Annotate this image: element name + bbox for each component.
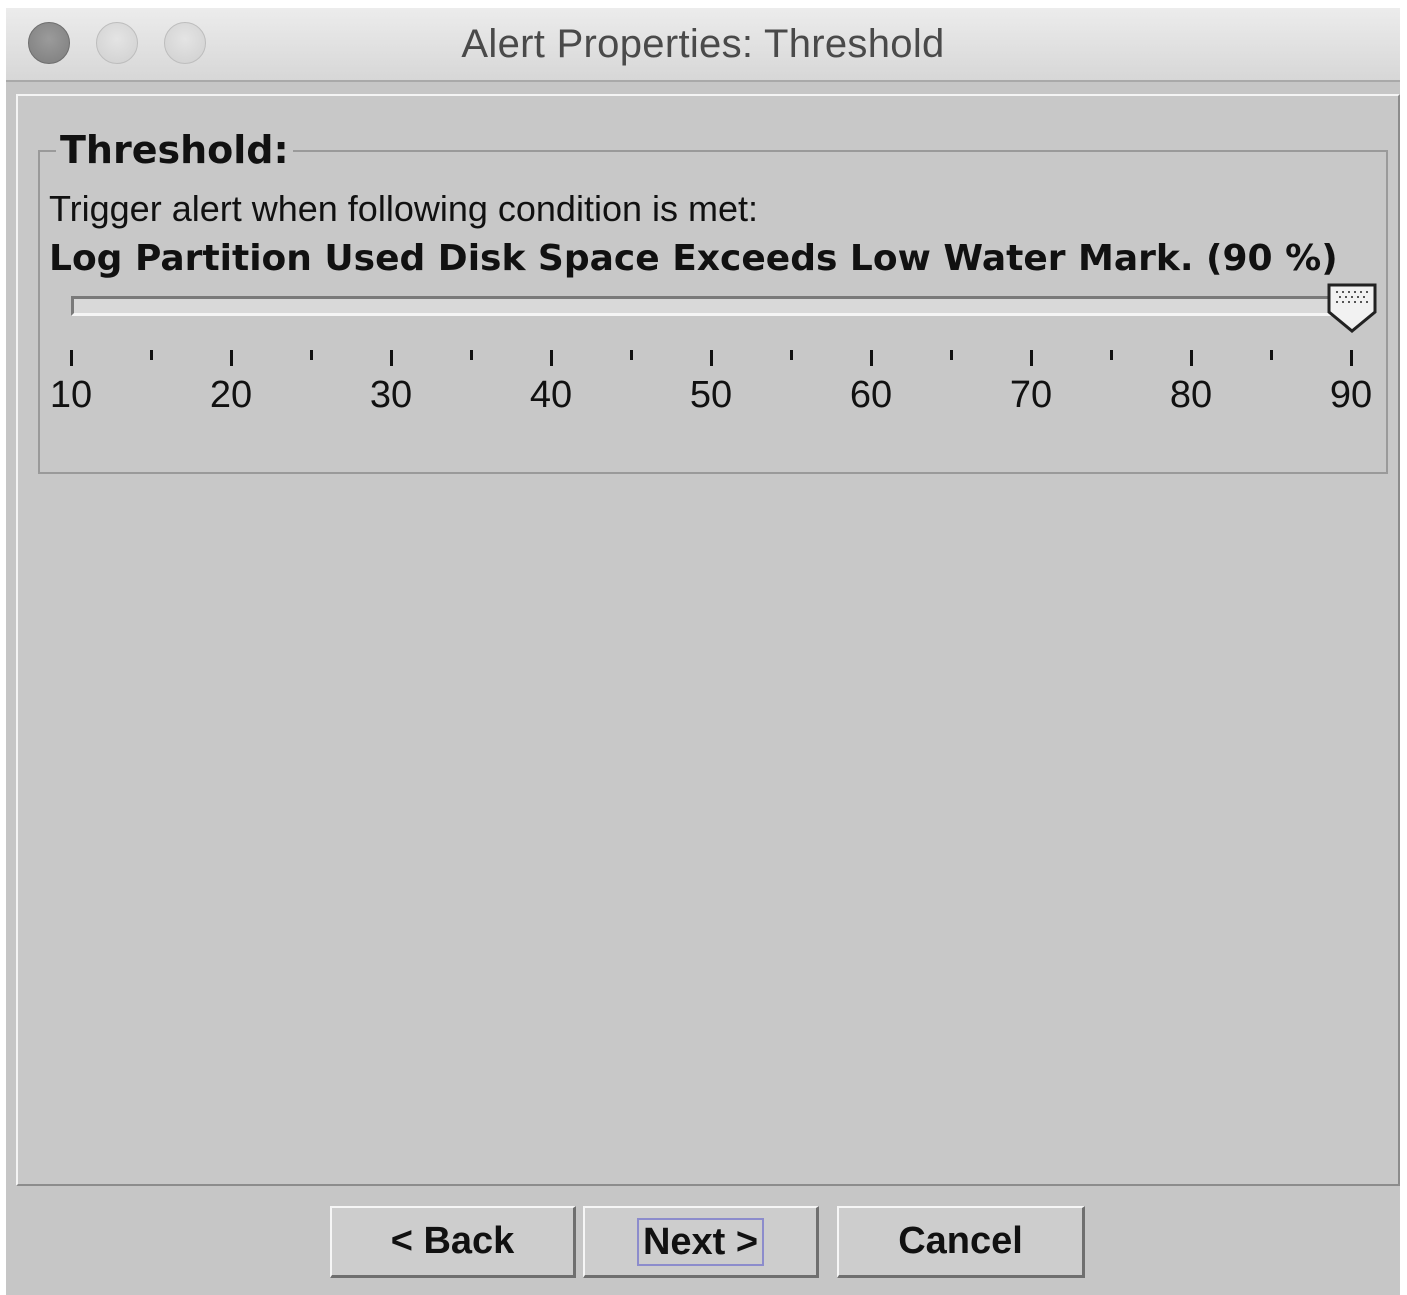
minor-tick (1110, 350, 1113, 360)
slider-thumb-icon[interactable] (1326, 282, 1378, 334)
tick-label: 20 (209, 374, 253, 416)
content-panel: Threshold: Trigger alert when following … (16, 94, 1400, 1186)
threshold-legend: Threshold: (56, 128, 293, 172)
title-bar[interactable]: Alert Properties: Threshold (6, 8, 1400, 82)
minor-tick (790, 350, 793, 360)
back-button-label: < Back (390, 1220, 515, 1262)
major-tick (550, 350, 553, 366)
cancel-button-label: Cancel (898, 1220, 1023, 1262)
minor-tick (310, 350, 313, 360)
button-bar: < Back Next > Cancel (6, 1188, 1400, 1295)
next-button[interactable]: Next > (583, 1206, 819, 1278)
tick-label: 30 (369, 374, 413, 416)
cancel-button[interactable]: Cancel (837, 1206, 1085, 1278)
window-title: Alert Properties: Threshold (461, 22, 945, 66)
threshold-slider-track[interactable] (71, 296, 1371, 316)
minor-tick (1270, 350, 1273, 360)
major-tick (390, 350, 393, 366)
tick-label: 90 (1329, 374, 1373, 416)
slider-ticks: 10 20 30 40 50 60 70 80 90 (40, 350, 1390, 420)
tick-label: 80 (1169, 374, 1213, 416)
threshold-condition: Log Partition Used Disk Space Exceeds Lo… (49, 238, 1338, 279)
next-button-label: Next > (636, 1217, 765, 1266)
trigger-description: Trigger alert when following condition i… (49, 188, 758, 229)
major-tick (710, 350, 713, 366)
major-tick (1190, 350, 1193, 366)
tick-label: 10 (49, 374, 93, 416)
threshold-group: Threshold: Trigger alert when following … (38, 128, 1390, 474)
back-button[interactable]: < Back (330, 1206, 576, 1278)
major-tick (230, 350, 233, 366)
major-tick (1350, 350, 1353, 366)
minor-tick (150, 350, 153, 360)
tick-label: 50 (689, 374, 733, 416)
minor-tick (950, 350, 953, 360)
minor-tick (470, 350, 473, 360)
tick-label: 60 (849, 374, 893, 416)
major-tick (870, 350, 873, 366)
tick-label: 70 (1009, 374, 1053, 416)
minor-tick (630, 350, 633, 360)
tick-label: 40 (529, 374, 573, 416)
major-tick (1030, 350, 1033, 366)
alert-properties-window: Alert Properties: Threshold Threshold: T… (6, 8, 1400, 1295)
major-tick (70, 350, 73, 366)
